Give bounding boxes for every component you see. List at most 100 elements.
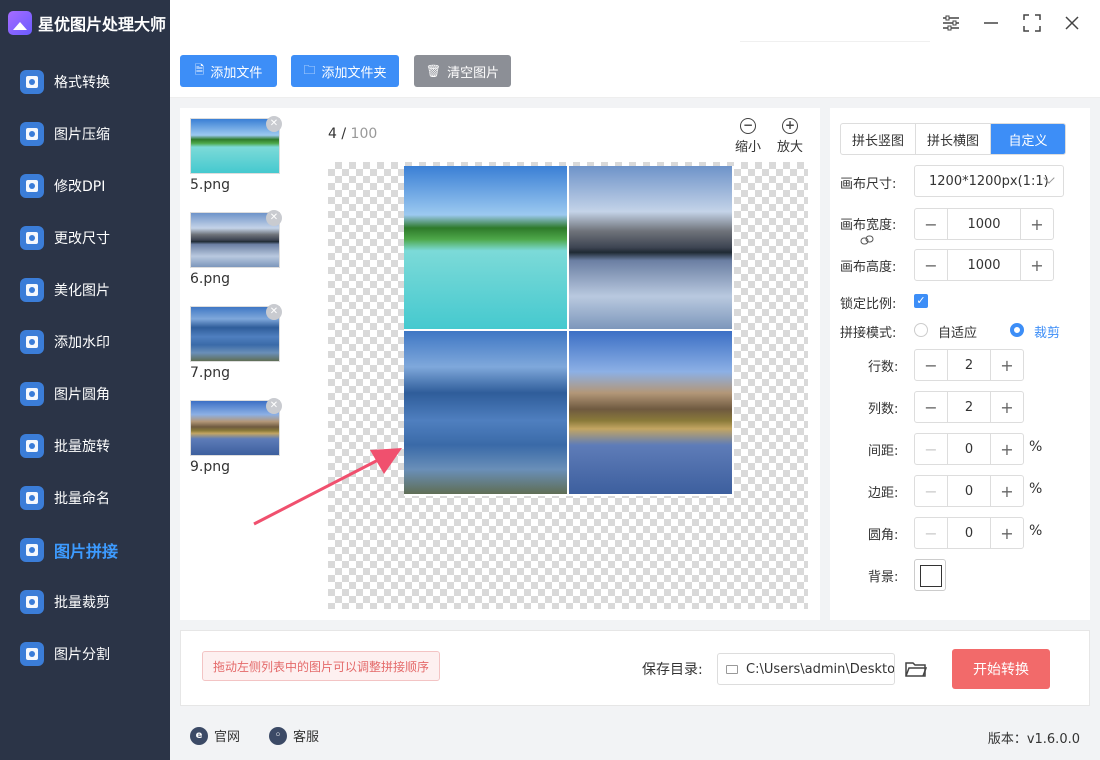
stitch-mode-tabs: 拼长竖图 拼长横图 自定义 (840, 123, 1066, 155)
sidebar-item-resize[interactable]: 更改尺寸 (0, 218, 170, 258)
close-icon[interactable] (1059, 10, 1085, 36)
corner-radius-increase-button[interactable]: + (991, 518, 1023, 548)
ie-browser-icon: e (190, 726, 208, 745)
spacing-increase-button[interactable]: + (991, 434, 1023, 464)
corner-radius-unit: % (1029, 523, 1043, 539)
remove-file-icon[interactable]: ✕ (266, 304, 282, 320)
canvas-size-label: 画布尺寸: (840, 177, 897, 192)
footer: e 官网 ◦ 客服 版本：v1.6.0.0 (170, 712, 1100, 760)
remove-file-icon[interactable]: ✕ (266, 210, 282, 226)
background-label: 背景: (868, 570, 899, 585)
zoom-in-icon: + (782, 118, 798, 134)
add-file-button[interactable]: 🗎 添加文件 (180, 55, 277, 87)
file-list-item[interactable]: ✕ 7.png (190, 304, 282, 381)
mode-tab-2[interactable]: 自定义 (991, 124, 1065, 154)
canvas-width-input[interactable]: 1000 (947, 209, 1021, 239)
sidebar-item-stitch[interactable]: 图片拼接 (0, 530, 170, 570)
sidebar-item-crop[interactable]: 批量裁剪 (0, 582, 170, 622)
add-folder-button[interactable]: 🗀 添加文件夹 (291, 55, 399, 87)
mode-tab-1[interactable]: 拼长横图 (916, 124, 991, 154)
sidebar-item-rotate[interactable]: 批量旋转 (0, 426, 170, 466)
sidebar-item-beautify[interactable]: 美化图片 (0, 270, 170, 310)
cols-increase-button[interactable]: + (991, 392, 1023, 422)
lock-ratio-checkbox[interactable]: ✓ (914, 294, 928, 308)
sidebar-item-rename[interactable]: 批量命名 (0, 478, 170, 518)
sidebar-item-watermark[interactable]: 添加水印 (0, 322, 170, 362)
canvas-height-increase-button[interactable]: + (1021, 250, 1053, 280)
cols-decrease-button[interactable]: − (915, 392, 947, 422)
rows-decrease-button[interactable]: − (915, 350, 947, 380)
sidebar-item-label: 图片压缩 (54, 127, 110, 143)
margin-increase-button[interactable]: + (991, 476, 1023, 506)
dpi-icon (20, 174, 44, 198)
file-list-item[interactable]: ✕ 6.png (190, 210, 282, 287)
sidebar-item-compress[interactable]: 图片压缩 (0, 114, 170, 154)
canvas-width-label: 画布宽度: (840, 218, 897, 233)
stitched-image (404, 166, 734, 496)
adaptive-radio[interactable] (914, 323, 928, 337)
margin-input[interactable]: 0 (947, 476, 991, 506)
title-bar-blank-area (740, 0, 930, 42)
canvas-width-decrease-button[interactable]: − (915, 209, 947, 239)
compress-icon (20, 122, 44, 146)
format-convert-icon (20, 70, 44, 94)
page-counter: 4 / 100 (328, 126, 378, 142)
save-directory-input[interactable]: C:\Users\admin\Desktop (717, 653, 895, 685)
folder-icon: 🗀 (303, 62, 316, 77)
version-text: 版本：v1.6.0.0 (987, 732, 1080, 747)
official-website-link[interactable]: e 官网 (190, 726, 240, 745)
rows-input[interactable]: 2 (947, 350, 991, 380)
sidebar-item-label: 图片分割 (54, 647, 110, 663)
corner-radius-decrease-button[interactable]: − (915, 518, 947, 548)
sidebar-item-label: 图片拼接 (54, 542, 119, 561)
cols-stepper: − 2 + (914, 391, 1024, 423)
spacing-decrease-button[interactable]: − (915, 434, 947, 464)
remove-file-icon[interactable]: ✕ (266, 116, 282, 132)
file-name: 5.png (190, 177, 231, 193)
settings-sliders-icon[interactable] (938, 10, 964, 36)
start-convert-button[interactable]: 开始转换 (952, 649, 1050, 689)
folder-outline-icon (726, 664, 738, 674)
crop-radio[interactable] (1010, 323, 1024, 337)
save-directory-label: 保存目录: (642, 662, 703, 678)
margin-label: 边距: (868, 486, 899, 501)
zoom-out-button[interactable]: − 缩小 (728, 118, 768, 155)
remove-file-icon[interactable]: ✕ (266, 398, 282, 414)
collage-tile (569, 166, 732, 329)
cols-label: 列数: (868, 402, 899, 417)
maximize-icon[interactable] (1019, 10, 1045, 36)
canvas-size-select[interactable]: 1200*1200px(1:1) (914, 165, 1064, 197)
canvas-height-decrease-button[interactable]: − (915, 250, 947, 280)
spacing-input[interactable]: 0 (947, 434, 991, 464)
canvas-width-increase-button[interactable]: + (1021, 209, 1053, 239)
zoom-in-button[interactable]: + 放大 (770, 118, 810, 155)
rows-increase-button[interactable]: + (991, 350, 1023, 380)
sidebar-item-round-corner[interactable]: 图片圆角 (0, 374, 170, 414)
corner-radius-input[interactable]: 0 (947, 518, 991, 548)
background-color-picker[interactable] (914, 559, 946, 591)
open-folder-icon[interactable] (905, 659, 927, 679)
cols-input[interactable]: 2 (947, 392, 991, 422)
sidebar: 星优图片处理大师 格式转换 图片压缩 修改DPI 更改尺寸 美化图片 添加水印 图片圆角 批量… (0, 0, 170, 760)
link-icon[interactable] (860, 235, 874, 247)
stitch-icon (20, 538, 44, 562)
file-list-item[interactable]: ✕ 5.png (190, 116, 282, 193)
minimize-icon[interactable] (978, 10, 1004, 36)
sidebar-item-format-convert[interactable]: 格式转换 (0, 62, 170, 102)
canvas-height-input[interactable]: 1000 (947, 250, 1021, 280)
sidebar-item-split[interactable]: 图片分割 (0, 634, 170, 674)
sidebar-item-label: 修改DPI (54, 179, 106, 195)
file-icon: 🗎 (194, 62, 205, 77)
margin-stepper: − 0 + (914, 475, 1024, 507)
canvas-width-stepper: − 1000 + (914, 208, 1054, 240)
sidebar-item-dpi[interactable]: 修改DPI (0, 166, 170, 206)
sidebar-item-label: 批量旋转 (54, 439, 110, 455)
zoom-out-icon: − (740, 118, 756, 134)
rows-label: 行数: (868, 360, 899, 375)
mode-tab-0[interactable]: 拼长竖图 (841, 124, 916, 154)
customer-service-link[interactable]: ◦ 客服 (269, 726, 319, 745)
collage-tile (404, 166, 567, 329)
margin-unit: % (1029, 481, 1043, 497)
margin-decrease-button[interactable]: − (915, 476, 947, 506)
clear-images-button[interactable]: 🗑 清空图片 (414, 55, 511, 87)
